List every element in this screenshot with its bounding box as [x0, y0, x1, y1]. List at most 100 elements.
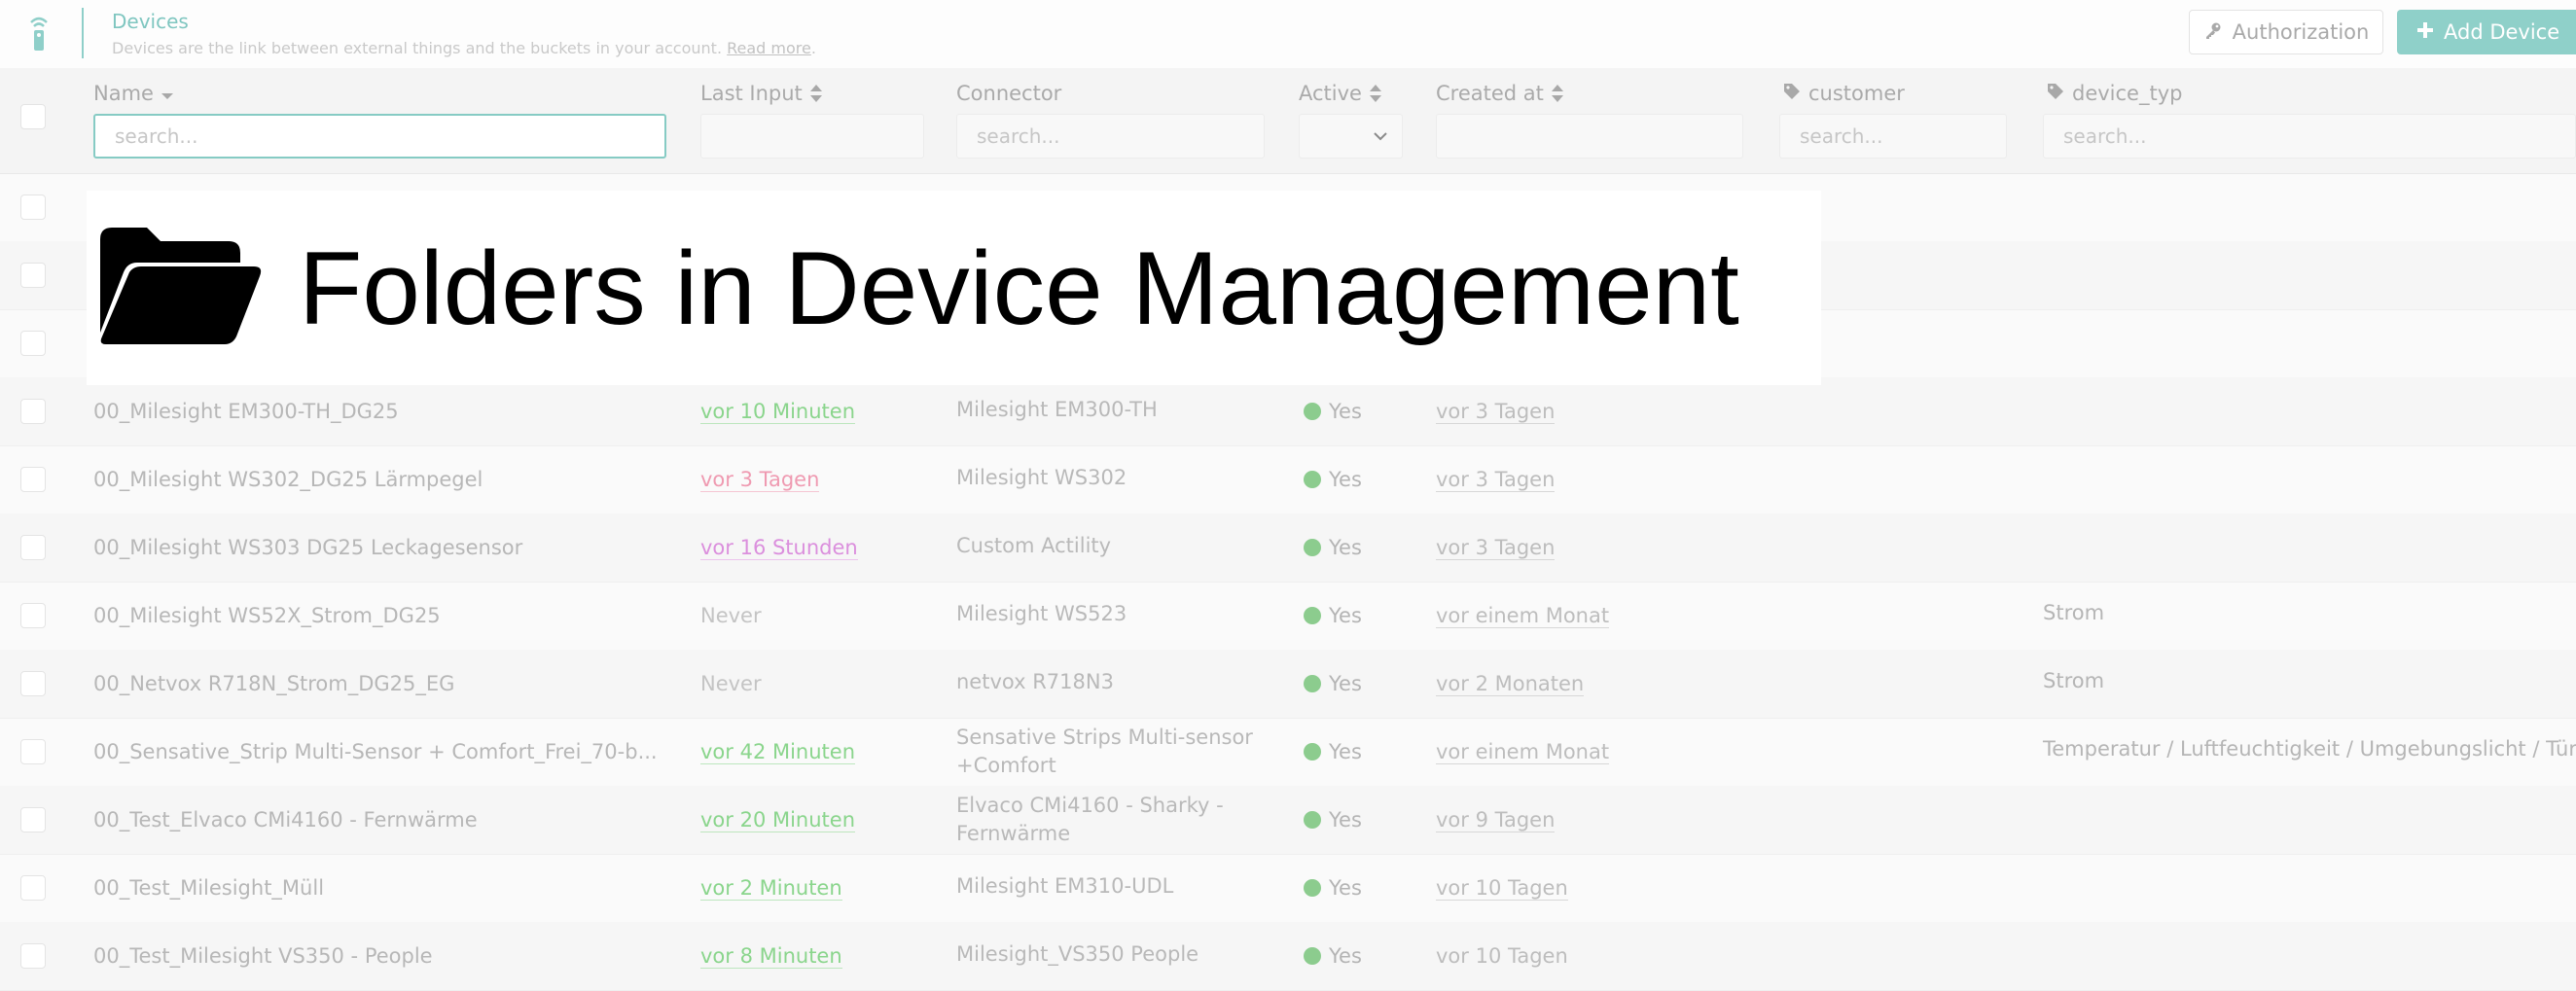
last-input-link[interactable]: vor 2 Minuten — [700, 876, 842, 901]
column-header-connector: Connector — [956, 82, 1061, 105]
device-name[interactable]: 00_Test_Milesight_Müll — [93, 876, 324, 900]
connector-search-input[interactable] — [956, 114, 1265, 159]
status-dot-icon — [1304, 675, 1321, 692]
table-row[interactable]: 00_Test_Milesight_Müll vor 2 Minuten Mil… — [0, 854, 2576, 923]
sort-icon — [1551, 85, 1563, 102]
title-divider — [82, 8, 84, 58]
last-input-link[interactable]: vor 3 Tagen — [700, 468, 820, 492]
connector-name: Milesight EM300-TH — [956, 398, 1158, 421]
column-header-last-input[interactable]: Last Input — [700, 82, 822, 105]
last-input-value: Never — [700, 672, 762, 695]
select-all-checkbox[interactable] — [20, 104, 46, 129]
created-at-link[interactable]: vor 9 Tagen — [1436, 808, 1556, 832]
row-checkbox[interactable] — [20, 739, 46, 764]
table-row[interactable]: 00_Netvox R718N_Strom_DG25_EG Never netv… — [0, 650, 2576, 719]
row-checkbox[interactable] — [20, 399, 46, 424]
status-dot-icon — [1304, 471, 1321, 488]
sort-icon — [809, 85, 822, 102]
active-status: Yes — [1304, 468, 1362, 491]
device-name[interactable]: 00_Milesight WS52X_Strom_DG25 — [93, 604, 441, 627]
created-at-link[interactable]: vor 3 Tagen — [1436, 536, 1556, 560]
authorization-label: Authorization — [2232, 20, 2370, 44]
device-name[interactable]: 00_Milesight EM300-TH_DG25 — [93, 400, 399, 423]
last-input-link[interactable]: vor 42 Minuten — [700, 740, 856, 764]
active-label: Yes — [1329, 876, 1362, 900]
column-label-last-input: Last Input — [700, 82, 803, 105]
status-dot-icon — [1304, 607, 1321, 624]
connector-name-line2: +Comfort — [956, 754, 1056, 777]
device-type-value: Temperatur / Luftfeuchtigkeit / Umgebung… — [2043, 737, 2576, 761]
row-checkbox[interactable] — [20, 671, 46, 696]
created-at-link[interactable]: vor 10 Tagen — [1436, 944, 1568, 968]
name-search-input[interactable] — [93, 114, 666, 159]
row-checkbox[interactable] — [20, 943, 46, 969]
row-checkbox[interactable] — [20, 875, 46, 901]
table-row[interactable]: 00_Milesight WS303 DG25 Leckagesensor vo… — [0, 513, 2576, 583]
device-name[interactable]: 00_Sensative_Strip Multi-Sensor + Comfor… — [93, 740, 658, 763]
last-input-link[interactable]: vor 16 Stunden — [700, 536, 858, 560]
column-header-device-type: device_typ — [2047, 82, 2182, 105]
connector-name: Milesight EM310-UDL — [956, 874, 1174, 898]
read-more-link[interactable]: Read more — [727, 39, 811, 57]
active-filter-select[interactable] — [1299, 114, 1403, 159]
device-name[interactable]: 00_Netvox R718N_Strom_DG25_EG — [93, 672, 454, 695]
active-label: Yes — [1329, 944, 1362, 968]
created-at-link[interactable]: vor einem Monat — [1436, 604, 1610, 628]
tag-icon — [1783, 82, 1801, 105]
row-checkbox[interactable] — [20, 263, 46, 288]
row-checkbox[interactable] — [20, 535, 46, 560]
status-dot-icon — [1304, 879, 1321, 897]
created-at-filter[interactable] — [1436, 114, 1743, 159]
status-dot-icon — [1304, 539, 1321, 556]
last-input-filter[interactable] — [700, 114, 924, 159]
connector-name: Elvaco CMi4160 - Sharky - — [956, 794, 1224, 817]
row-checkbox[interactable] — [20, 467, 46, 492]
banner-title: Folders in Device Management — [299, 230, 1739, 346]
device-name[interactable]: 00_Test_Milesight VS350 - People — [93, 944, 433, 968]
active-status: Yes — [1304, 672, 1362, 695]
folders-banner: Folders in Device Management — [87, 191, 1821, 385]
connector-name-line2: Fernwärme — [956, 822, 1071, 845]
active-label: Yes — [1329, 672, 1362, 695]
column-header-name[interactable]: Name — [93, 82, 173, 105]
row-checkbox[interactable] — [20, 331, 46, 356]
column-header-active[interactable]: Active — [1299, 82, 1381, 105]
table-row[interactable]: 00_Test_Milesight VS350 - People vor 8 M… — [0, 922, 2576, 991]
connector-name: Sensative Strips Multi-sensor — [956, 726, 1253, 749]
active-label: Yes — [1329, 536, 1362, 559]
status-dot-icon — [1304, 403, 1321, 420]
last-input-link[interactable]: vor 8 Minuten — [700, 944, 842, 969]
customer-search-input[interactable] — [1779, 114, 2007, 159]
key-icon — [2203, 20, 2223, 45]
table-row[interactable]: 00_Milesight WS52X_Strom_DG25 Never Mile… — [0, 582, 2576, 651]
created-at-link[interactable]: vor 3 Tagen — [1436, 468, 1556, 492]
device-type-search-input[interactable] — [2043, 114, 2576, 159]
row-checkbox[interactable] — [20, 603, 46, 628]
created-at-link[interactable]: vor 2 Monaten — [1436, 672, 1585, 696]
status-dot-icon — [1304, 947, 1321, 965]
status-dot-icon — [1304, 743, 1321, 761]
active-status: Yes — [1304, 740, 1362, 763]
created-at-link[interactable]: vor 10 Tagen — [1436, 876, 1568, 901]
row-checkbox[interactable] — [20, 807, 46, 832]
device-type-value: Strom — [2043, 601, 2105, 624]
table-row[interactable]: 00_Sensative_Strip Multi-Sensor + Comfor… — [0, 718, 2576, 787]
table-row[interactable]: 00_Test_Elvaco CMi4160 - Fernwärme vor 2… — [0, 786, 2576, 855]
device-name[interactable]: 00_Test_Elvaco CMi4160 - Fernwärme — [93, 808, 478, 832]
column-header-created-at[interactable]: Created at — [1436, 82, 1563, 105]
authorization-button[interactable]: Authorization — [2189, 10, 2383, 54]
column-label-active: Active — [1299, 82, 1362, 105]
created-at-link[interactable]: vor einem Monat — [1436, 740, 1610, 764]
device-name[interactable]: 00_Milesight WS302_DG25 Lärmpegel — [93, 468, 483, 491]
device-name[interactable]: 00_Milesight WS303 DG25 Leckagesensor — [93, 536, 522, 559]
last-input-link[interactable]: vor 20 Minuten — [700, 808, 856, 832]
created-at-link[interactable]: vor 3 Tagen — [1436, 400, 1556, 424]
plus-icon — [2416, 20, 2434, 44]
folder-open-icon — [100, 228, 262, 348]
table-row[interactable]: 00_Milesight EM300-TH_DG25 vor 10 Minute… — [0, 377, 2576, 446]
add-device-button[interactable]: Add Device — [2397, 10, 2576, 54]
table-row[interactable]: 00_Milesight WS302_DG25 Lärmpegel vor 3 … — [0, 445, 2576, 514]
device-type-value: Strom — [2043, 669, 2105, 692]
row-checkbox[interactable] — [20, 195, 46, 220]
last-input-link[interactable]: vor 10 Minuten — [700, 400, 856, 424]
